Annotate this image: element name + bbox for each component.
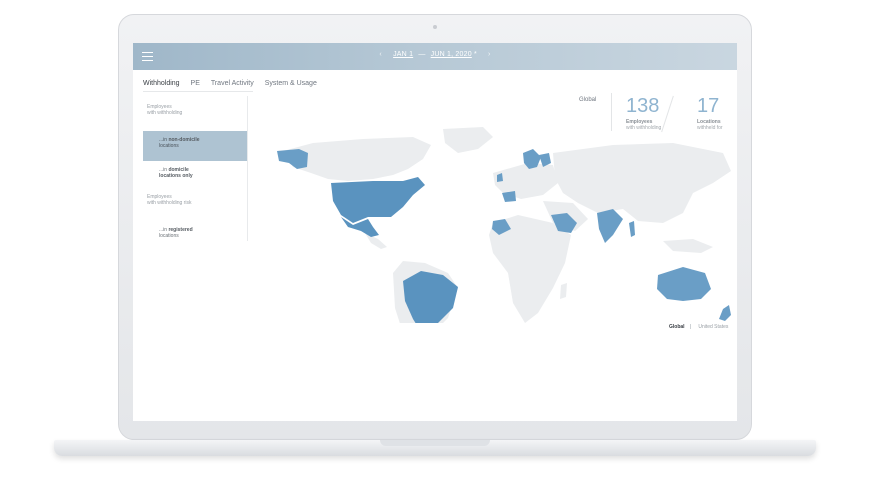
scope-option-global[interactable]: Global: [669, 324, 685, 330]
item-bold: non-domicile: [168, 137, 200, 143]
top-bar: ‹ JAN 1 — JUN 1, 2020 * ›: [133, 43, 737, 70]
date-separator: —: [418, 51, 426, 58]
item-bold: registered: [168, 227, 193, 233]
tabs-rule: [143, 91, 253, 92]
tab-travel-activity[interactable]: Travel Activity: [211, 80, 254, 87]
next-period-icon[interactable]: ›: [488, 51, 491, 58]
sidebar-item-registered[interactable]: ...in registered locations: [143, 221, 247, 251]
region-madagascar: [560, 283, 567, 299]
prev-period-icon[interactable]: ‹: [379, 51, 382, 58]
sidebar-divider: [247, 96, 248, 241]
date-start[interactable]: JAN 1: [393, 51, 413, 58]
kpi-value: 17: [697, 95, 720, 117]
group-line2: with withholding risk: [147, 200, 192, 207]
sidebar-group-withholding[interactable]: Employees with withholding: [143, 101, 247, 131]
sidebar: Employees with withholding ...in non-dom…: [143, 101, 247, 251]
tab-system-usage[interactable]: System & Usage: [265, 80, 317, 87]
kpi-value: 138: [626, 95, 660, 117]
region-thailand: [629, 221, 635, 237]
scope-option-united-states[interactable]: United States: [698, 324, 728, 330]
date-end[interactable]: JUN 1, 2020: [431, 51, 472, 58]
region-united-states: [331, 177, 425, 223]
scope-toggle: Global United States: [665, 324, 728, 330]
tab-withholding[interactable]: Withholding: [143, 80, 180, 87]
sidebar-item-domicile[interactable]: ...in domicile locations only: [143, 161, 247, 191]
laptop-notch: [380, 440, 490, 446]
region-india: [597, 209, 623, 243]
world-map[interactable]: [253, 123, 733, 323]
tab-pe[interactable]: PE: [191, 80, 200, 87]
date-range-selector[interactable]: ‹ JAN 1 — JUN 1, 2020 * ›: [133, 51, 737, 58]
sidebar-item-non-domicile[interactable]: ...in non-domicile locations: [143, 131, 247, 161]
item-line2: locations: [159, 143, 179, 150]
item-line2: locations only: [159, 173, 193, 180]
sidebar-group-risk[interactable]: Employees with withholding risk: [143, 191, 247, 221]
map-scope-label: Global: [579, 97, 597, 103]
dropdown-marker: *: [473, 51, 477, 58]
group-line2: with withholding: [147, 110, 183, 117]
item-bold: domicile: [168, 167, 189, 173]
item-line2: locations: [159, 233, 179, 240]
region-se-asia: [663, 239, 713, 253]
region-new-zealand: [719, 305, 731, 321]
camera-dot: [433, 25, 437, 29]
region-greenland: [443, 127, 493, 153]
region-australia: [657, 267, 711, 301]
scope-divider: [689, 324, 691, 330]
laptop-screen: ‹ JAN 1 — JUN 1, 2020 * › Withholding PE…: [133, 43, 737, 421]
